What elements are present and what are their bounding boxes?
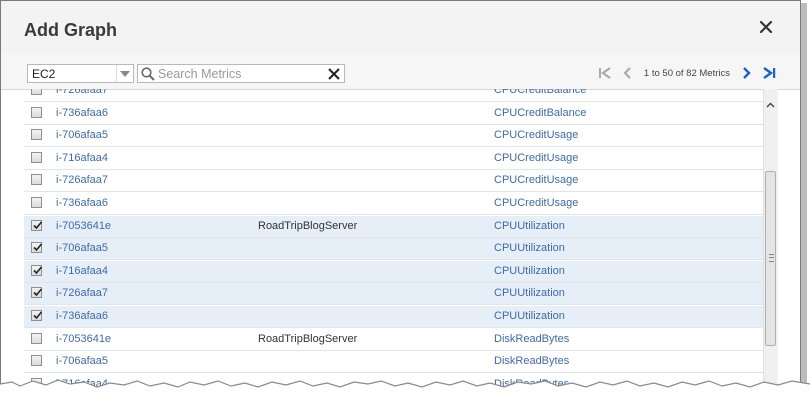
metric-name-link[interactable]: CPUUtilization — [494, 265, 565, 277]
instance-id-link[interactable]: i-726afaa7 — [56, 287, 108, 299]
namespace-value: EC2 — [32, 67, 56, 81]
table-row[interactable]: i-736afaa6 CPUUtilization — [24, 306, 764, 328]
metric-name-link[interactable]: DiskReadBytes — [494, 333, 569, 345]
search-icon — [141, 67, 155, 86]
grip-icon — [769, 254, 774, 262]
row-checkbox[interactable] — [31, 287, 43, 299]
metric-name-link[interactable]: CPUUtilization — [494, 287, 565, 299]
check-icon — [33, 243, 43, 252]
row-checkbox[interactable] — [31, 310, 43, 321]
row-checkbox[interactable] — [31, 219, 43, 231]
metric-name-link[interactable]: CPUUtilization — [494, 310, 565, 322]
instance-id-link[interactable]: i-706afaa5 — [56, 355, 108, 367]
instance-name: RoadTripBlogServer — [258, 219, 358, 232]
table-row[interactable]: i-706afaa5 DiskReadBytes — [24, 351, 764, 374]
next-page-icon[interactable] — [739, 65, 755, 81]
metrics-toolbar: EC2 1 to 50 of 82 Metrics — [1, 53, 800, 90]
table-row[interactable]: i-726afaa7 CPUCreditUsage — [24, 170, 764, 193]
table-row[interactable]: i-716afaa4 CPUUtilization — [24, 260, 764, 283]
search-box — [137, 64, 345, 83]
metric-name-link[interactable]: CPUCreditUsage — [494, 197, 578, 209]
row-checkbox[interactable] — [31, 174, 42, 186]
metric-name-link[interactable]: CPUUtilization — [494, 220, 565, 232]
scrollbar[interactable] — [763, 89, 778, 394]
check-icon — [33, 288, 43, 297]
instance-id-link[interactable]: i-736afaa6 — [56, 107, 108, 119]
search-input[interactable] — [158, 66, 318, 81]
metric-name-link[interactable]: CPUUtilization — [494, 242, 565, 254]
check-icon — [33, 266, 43, 274]
metric-name-link[interactable]: CPUCreditUsage — [494, 129, 578, 141]
table-row[interactable]: i-706afaa5 CPUUtilization — [24, 238, 764, 261]
row-checkbox[interactable] — [31, 106, 42, 118]
instance-id-link[interactable]: i-726afaa7 — [56, 89, 108, 96]
torn-edge — [0, 379, 810, 397]
metrics-list: i-726afaa7 CPUCreditBalance i-736afaa6 CPUC… — [24, 89, 764, 394]
check-icon — [33, 221, 43, 229]
row-checkbox[interactable] — [31, 151, 42, 163]
metric-name-link[interactable]: CPUCreditBalance — [494, 107, 586, 119]
table-row[interactable]: i-706afaa5 CPUCreditUsage — [24, 125, 764, 148]
clear-search-icon[interactable] — [327, 67, 341, 86]
pagination-text: 1 to 50 of 82 Metrics — [643, 67, 730, 79]
dialog-title: Add Graph — [24, 20, 117, 40]
check-icon — [33, 311, 43, 320]
metric-name-link[interactable]: DiskReadBytes — [494, 355, 569, 367]
metric-name-link[interactable]: CPUCreditUsage — [494, 174, 578, 186]
dialog-header: Add Graph — [1, 1, 800, 54]
instance-id-link[interactable]: i-736afaa6 — [56, 197, 108, 209]
instance-id-link[interactable]: i-7053641e — [56, 220, 111, 232]
row-checkbox[interactable] — [31, 197, 42, 208]
row-checkbox[interactable] — [31, 89, 42, 95]
table-row[interactable]: i-736afaa6 CPUCreditBalance — [24, 103, 764, 125]
scrollbar-thumb[interactable] — [765, 171, 776, 346]
metric-name-link[interactable]: CPUCreditBalance — [494, 89, 586, 96]
table-row[interactable]: i-7053641e RoadTripBlogServer DiskReadByte… — [24, 329, 764, 351]
metric-name-link[interactable]: CPUCreditUsage — [494, 152, 578, 164]
instance-id-link[interactable]: i-736afaa6 — [56, 310, 108, 322]
instance-name: RoadTripBlogServer — [258, 332, 358, 345]
chevron-down-icon[interactable] — [116, 65, 133, 82]
first-page-icon[interactable] — [597, 65, 613, 81]
add-graph-dialog: Add Graph EC2 1 t — [0, 0, 801, 395]
instance-id-link[interactable]: i-706afaa5 — [56, 129, 108, 141]
instance-id-link[interactable]: i-716afaa4 — [56, 152, 108, 164]
prev-page-icon[interactable] — [619, 65, 635, 81]
instance-id-link[interactable]: i-7053641e — [56, 333, 111, 345]
row-checkbox[interactable] — [31, 355, 42, 367]
table-row[interactable]: i-7053641e RoadTripBlogServer CPUUtilizati… — [24, 215, 764, 238]
scroll-up-icon[interactable] — [766, 95, 775, 113]
close-icon[interactable] — [758, 19, 774, 35]
pagination: 1 to 50 of 82 Metrics — [594, 63, 780, 83]
namespace-select[interactable]: EC2 — [27, 64, 134, 83]
table-row[interactable]: i-726afaa7 CPUUtilization — [24, 283, 764, 306]
instance-id-link[interactable]: i-726afaa7 — [56, 174, 108, 186]
table-row[interactable]: i-716afaa4 CPUCreditUsage — [24, 148, 764, 170]
row-checkbox[interactable] — [31, 242, 43, 254]
instance-id-link[interactable]: i-716afaa4 — [56, 265, 108, 277]
last-page-icon[interactable] — [761, 65, 777, 81]
table-row[interactable]: i-726afaa7 CPUCreditBalance — [24, 89, 764, 102]
table-row[interactable]: i-736afaa6 CPUCreditUsage — [24, 193, 764, 215]
row-checkbox[interactable] — [31, 332, 42, 344]
row-checkbox[interactable] — [31, 129, 42, 141]
row-checkbox[interactable] — [31, 264, 43, 276]
instance-id-link[interactable]: i-706afaa5 — [56, 242, 108, 254]
